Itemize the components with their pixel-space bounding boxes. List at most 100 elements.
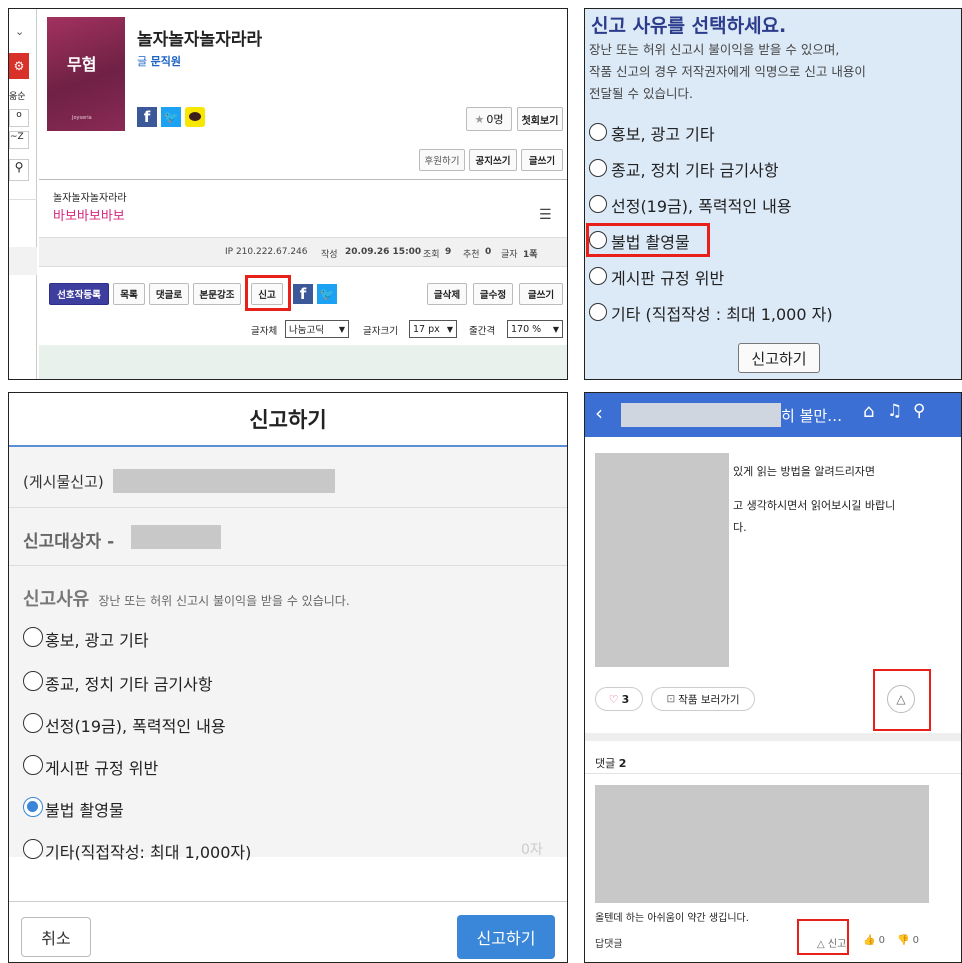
comment-button[interactable]: 댓글로 — [149, 283, 189, 305]
downvote-button[interactable]: 👎 0 — [897, 935, 919, 946]
report-desc-3: 전달될 수 있습니다. — [589, 86, 693, 101]
font-value: 나눔고딕 — [289, 325, 324, 336]
gear-icon[interactable]: ⚙ — [9, 53, 29, 79]
thumbs-down-icon: 👎 — [897, 935, 910, 946]
divider — [585, 773, 961, 774]
cancel-button[interactable]: 취소 — [21, 917, 91, 957]
reply-button[interactable]: 답댓글 — [595, 935, 623, 950]
submit-report-button[interactable]: 신고하기 — [457, 915, 555, 959]
view-work-button[interactable]: ⊡ 작품 보러가기 — [651, 687, 755, 711]
emphasis-button[interactable]: 본문강조 — [193, 283, 241, 305]
radio-other[interactable] — [23, 839, 43, 859]
notice-write-button[interactable]: 공지쓰기 — [469, 149, 517, 171]
write-button-top[interactable]: 글쓰기 — [521, 149, 563, 171]
post-title: 바보바보바보 — [53, 209, 125, 224]
spacing-select[interactable]: 170 % ▼ — [507, 320, 563, 338]
option-other[interactable]: 기타(직접작성: 최대 1,000자) — [45, 839, 251, 863]
chevron-down-icon[interactable]: ⌄ — [15, 25, 24, 38]
add-favorite-button[interactable]: 선호작등록 — [49, 283, 109, 305]
bell-icon[interactable]: ♫ — [887, 401, 902, 421]
spacing-value: 170 % — [511, 323, 542, 335]
option-adult[interactable]: 선정(19금), 폭력적인 내용 — [611, 193, 792, 217]
option-board-rules[interactable]: 게시판 규정 위반 — [611, 265, 724, 289]
first-episode-button[interactable]: 첫회보기 — [517, 107, 563, 131]
write-button-bottom[interactable]: 글쓰기 — [519, 283, 563, 305]
book-title[interactable]: 놀자놀자놀자라라 — [137, 25, 262, 50]
radio-board-rules[interactable] — [23, 755, 43, 775]
chevron-down-icon: ▼ — [338, 324, 345, 334]
option-other[interactable]: 기타 (직접작성 : 최대 1,000 자) — [611, 301, 833, 325]
like-button[interactable]: ♡ 3 — [595, 687, 643, 711]
search-icon[interactable]: ⚲ — [9, 159, 29, 181]
book-cover[interactable]: 무협 Joyseria — [47, 17, 125, 131]
sort-label[interactable]: 옮순 — [9, 89, 26, 102]
radio-promo[interactable] — [589, 123, 607, 141]
option-promo[interactable]: 홍보, 광고 기타 — [611, 121, 715, 145]
view-work-label: 작품 보러가기 — [678, 693, 740, 706]
option-board-rules[interactable]: 게시판 규정 위반 — [45, 755, 158, 779]
book-icon: ⊡ — [666, 693, 676, 705]
search-icon[interactable]: ⚲ — [913, 401, 925, 421]
panel-report-modal: 신고하기 (게시물신고) 신고대상자 - 신고사유 장난 또는 허위 신고시 불… — [8, 392, 568, 963]
body-line-3: 다. — [733, 521, 747, 534]
upvote-button[interactable]: 👍 0 — [863, 935, 885, 946]
favorite-count: 0명 — [486, 113, 504, 126]
report-icon-highlight — [873, 669, 931, 731]
divider — [9, 901, 567, 902]
delete-button[interactable]: 글삭제 — [427, 283, 467, 305]
comments-label: 댓글 — [595, 757, 616, 770]
report-highlight — [245, 275, 291, 311]
spacing-label: 줄간격 — [469, 326, 496, 337]
chevron-down-icon: ▼ — [446, 324, 453, 334]
meta-recommend: 0 — [485, 247, 492, 257]
font-select[interactable]: 나눔고딕 ▼ — [285, 320, 349, 338]
divider — [9, 507, 567, 508]
meta-views-label: 조회 — [423, 250, 440, 260]
list-button[interactable]: 목록 — [113, 283, 145, 305]
sort-z[interactable]: ~Z — [9, 131, 29, 149]
option-adult[interactable]: 선정(19금), 폭력적인 내용 — [45, 713, 226, 737]
radio-promo[interactable] — [23, 627, 43, 647]
author-link[interactable]: 문직원 — [151, 55, 181, 68]
report-submit-button[interactable]: 신고하기 — [738, 343, 820, 373]
radio-religion[interactable] — [23, 671, 43, 691]
thumbs-up-icon: 👍 — [863, 935, 876, 946]
post-meta-bar: IP 210.222.67.246 작성 20.09.26 15:00 조회 9… — [39, 237, 567, 267]
radio-illegal-footage-selected[interactable] — [23, 797, 43, 817]
option-religion[interactable]: 종교, 정치 기타 금기사항 — [45, 671, 213, 695]
facebook-icon[interactable]: f — [137, 107, 157, 127]
favorite-button[interactable]: ★ 0명 — [466, 107, 512, 131]
menu-list-icon[interactable]: ☰ — [539, 207, 552, 223]
option-illegal-footage[interactable]: 불법 촬영물 — [45, 797, 124, 821]
radio-board-rules[interactable] — [589, 267, 607, 285]
redacted-comment — [595, 785, 929, 903]
downvote-count: 0 — [912, 935, 920, 946]
option-religion[interactable]: 종교, 정치 기타 금기사항 — [611, 157, 779, 181]
option-promo[interactable]: 홍보, 광고 기타 — [45, 627, 149, 651]
facebook-icon[interactable]: f — [293, 284, 313, 304]
like-count: 3 — [621, 692, 630, 706]
book-author: 글 문직원 — [137, 53, 181, 69]
report-desc-1: 장난 또는 허위 신고시 불이익을 받을 수 있으며, — [589, 42, 840, 57]
report-heading: 신고 사유를 선택하세요. — [591, 15, 787, 37]
donate-button[interactable]: 후원하기 — [419, 149, 465, 171]
char-count: 0자 — [521, 842, 543, 858]
panel-mobile-post: ‹ 히 볼만… ⌂ ♫ ⚲ 있게 읽는 방법을 알려드리자면 고 생각하시면서 … — [584, 392, 962, 963]
meta-date: 20.09.26 15:00 — [345, 247, 422, 257]
radio-religion[interactable] — [589, 159, 607, 177]
radio-adult[interactable] — [589, 195, 607, 213]
size-select[interactable]: 17 px ▼ — [409, 320, 457, 338]
back-icon[interactable]: ‹ — [595, 401, 603, 425]
author-prefix: 글 — [137, 55, 148, 68]
edit-button[interactable]: 글수정 — [473, 283, 513, 305]
twitter-icon[interactable]: 🐦 — [317, 284, 337, 304]
kakaotalk-icon[interactable] — [185, 107, 205, 127]
post-report-prefix: (게시물신고) — [23, 473, 104, 491]
radio-other[interactable] — [589, 303, 607, 321]
sort-o[interactable]: o — [9, 109, 29, 127]
home-icon[interactable]: ⌂ — [863, 401, 874, 422]
radio-adult[interactable] — [23, 713, 43, 733]
twitter-icon[interactable]: 🐦 — [161, 107, 181, 127]
reason-header: 신고사유 장난 또는 허위 신고시 불이익을 받을 수 있습니다. — [23, 585, 350, 611]
redacted-post-title — [113, 469, 335, 493]
